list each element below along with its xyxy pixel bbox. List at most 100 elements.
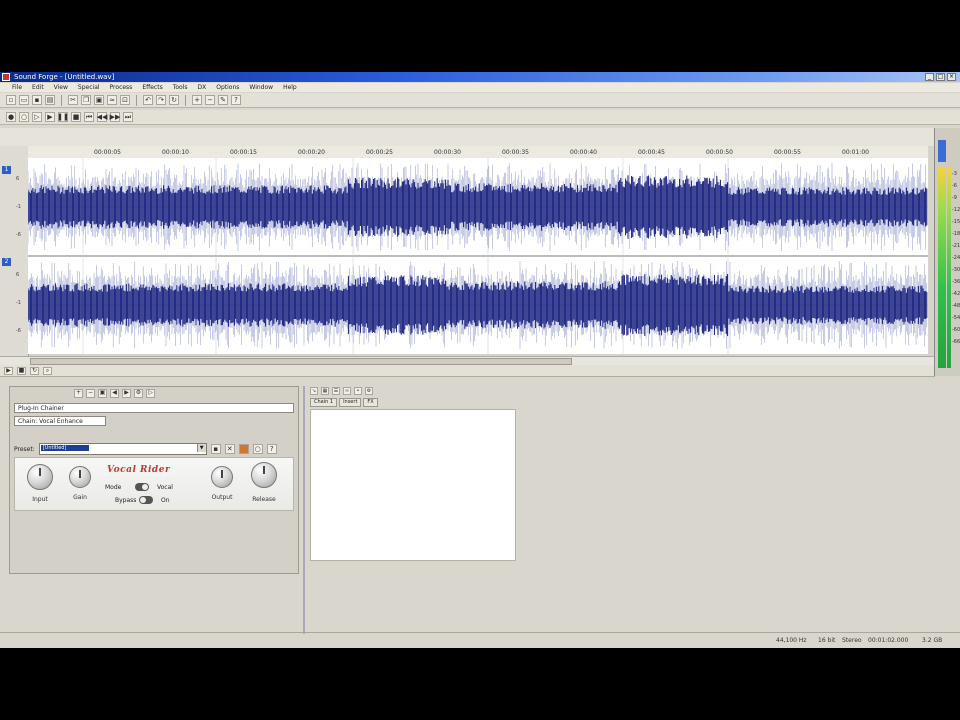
- undo-icon[interactable]: ↶: [143, 95, 153, 105]
- preset-dropdown[interactable]: [Untitled] ▼: [38, 443, 207, 455]
- print-icon[interactable]: ▤: [45, 95, 55, 105]
- menu-options[interactable]: Options: [216, 83, 239, 92]
- meter-tick: -12: [952, 207, 960, 213]
- ab-compare-icon[interactable]: ○: [252, 444, 263, 454]
- lower-panel-area: + − ▣ ◀ ▶ ⚙ ▷ Plug-In Chainer Chain: Voc…: [0, 378, 960, 648]
- ruler-tick: 00:00:50: [706, 149, 733, 156]
- meter-tick: -6: [952, 183, 957, 189]
- bypass-switch[interactable]: [139, 496, 153, 504]
- link-icon[interactable]: ∞: [343, 387, 351, 395]
- tab-chain-1[interactable]: Chain 1: [310, 398, 338, 407]
- meter-buttons[interactable]: [938, 140, 946, 162]
- process-icon[interactable]: ⚙: [134, 388, 143, 398]
- dot-icon[interactable]: •: [354, 387, 362, 395]
- menu-special[interactable]: Special: [78, 83, 100, 92]
- bypass-icon[interactable]: ▣: [98, 388, 107, 398]
- gain-knob-label: Gain: [73, 494, 87, 501]
- open-file-icon[interactable]: ▭: [19, 95, 29, 105]
- add-plugin-icon[interactable]: +: [74, 388, 83, 398]
- play-all-icon[interactable]: ▷: [32, 112, 42, 122]
- record-icon[interactable]: ●: [6, 112, 16, 122]
- help-icon[interactable]: ?: [266, 444, 277, 454]
- menu-bar: File Edit View Special Process Effects T…: [0, 83, 960, 92]
- tab-fx[interactable]: FX: [363, 398, 378, 407]
- preview-icon[interactable]: ▷: [146, 388, 155, 398]
- menu-dx[interactable]: DX: [198, 83, 207, 92]
- horizontal-scrollbar[interactable]: [0, 356, 935, 365]
- panel-splitter[interactable]: [303, 386, 305, 640]
- move-left-icon[interactable]: ◀: [110, 388, 119, 398]
- rewind-icon[interactable]: ◀◀: [97, 112, 107, 122]
- output-knob[interactable]: [211, 466, 233, 488]
- channel-2-scale-top: 6: [16, 272, 20, 278]
- menu-view[interactable]: View: [54, 83, 68, 92]
- gain-knob[interactable]: [69, 466, 91, 488]
- list-icon[interactable]: ☰: [332, 387, 340, 395]
- maximize-button[interactable]: □: [936, 73, 945, 81]
- zoom-in-icon[interactable]: +: [192, 95, 202, 105]
- tab-insert[interactable]: Insert: [339, 398, 362, 407]
- remove-plugin-icon[interactable]: −: [86, 388, 95, 398]
- release-knob[interactable]: [251, 462, 277, 488]
- play-icon[interactable]: ▶: [45, 112, 55, 122]
- forward-icon[interactable]: ▶▶: [110, 112, 120, 122]
- playback-bar: ▶ ■ ↻ ⌕: [0, 365, 935, 377]
- waveform-display[interactable]: [28, 158, 928, 354]
- menu-window[interactable]: Window: [249, 83, 273, 92]
- small-play-icon[interactable]: ▶: [4, 366, 13, 375]
- repeat-icon[interactable]: ↻: [169, 95, 179, 105]
- chevron-down-icon[interactable]: ▼: [196, 444, 206, 452]
- pencil-icon[interactable]: ✎: [218, 95, 228, 105]
- help-icon[interactable]: ?: [231, 95, 241, 105]
- move-right-icon[interactable]: ▶: [122, 388, 131, 398]
- scrollbar-thumb[interactable]: [30, 358, 572, 365]
- chain-tab[interactable]: Chain: Vocal Enhance: [14, 416, 106, 426]
- grid-icon[interactable]: ▦: [321, 387, 329, 395]
- copy-icon[interactable]: ❐: [81, 95, 91, 105]
- save-preset-icon[interactable]: ▪: [210, 444, 221, 454]
- input-knob[interactable]: [27, 464, 53, 490]
- pause-icon[interactable]: ❚❚: [57, 112, 69, 122]
- zoom-out-icon[interactable]: −: [205, 95, 215, 105]
- small-stop-icon[interactable]: ■: [17, 366, 26, 375]
- ruler-tick: 00:00:45: [638, 149, 665, 156]
- menu-tools[interactable]: Tools: [173, 83, 188, 92]
- trim-icon[interactable]: ⊡: [120, 95, 130, 105]
- delete-preset-icon[interactable]: ✕: [224, 444, 235, 454]
- meter-tick: -18: [952, 231, 960, 237]
- cut-icon[interactable]: ✂: [68, 95, 78, 105]
- save-icon[interactable]: ▪: [32, 95, 42, 105]
- settings-icon[interactable]: ⚙: [365, 387, 373, 395]
- meter-tick: -48: [952, 303, 960, 309]
- mix-icon[interactable]: ≈: [107, 95, 117, 105]
- loop-icon[interactable]: ○: [19, 112, 29, 122]
- color-icon[interactable]: [238, 444, 249, 454]
- minimize-button[interactable]: _: [925, 73, 934, 81]
- new-file-icon[interactable]: ▫: [6, 95, 16, 105]
- channel-1-label[interactable]: 1: [2, 166, 11, 174]
- channel-2-label[interactable]: 2: [2, 258, 11, 266]
- paste-icon[interactable]: ▣: [94, 95, 104, 105]
- chain-canvas[interactable]: [310, 409, 516, 561]
- mode-switch[interactable]: [135, 483, 149, 491]
- close-button[interactable]: ×: [947, 73, 956, 81]
- menu-effects[interactable]: Effects: [142, 83, 162, 92]
- window-title: Sound Forge - [Untitled.wav]: [14, 73, 115, 81]
- menu-help[interactable]: Help: [283, 83, 297, 92]
- meter-tick: -30: [952, 267, 960, 273]
- redo-icon[interactable]: ↷: [156, 95, 166, 105]
- menu-edit[interactable]: Edit: [32, 83, 44, 92]
- small-loop-icon[interactable]: ↻: [30, 366, 39, 375]
- arrow-icon[interactable]: ↘: [310, 387, 318, 395]
- small-zoom-icon[interactable]: ⌕: [43, 366, 52, 375]
- meter-tick: -60: [952, 327, 960, 333]
- chainer-toolbar: + − ▣ ◀ ▶ ⚙ ▷: [74, 387, 296, 399]
- menu-process[interactable]: Process: [110, 83, 133, 92]
- meter-bar-left: [938, 168, 946, 368]
- stop-icon[interactable]: ■: [71, 112, 81, 122]
- vocal-label: Vocal: [157, 484, 173, 491]
- menu-file[interactable]: File: [12, 83, 22, 92]
- go-start-icon[interactable]: ⏮: [84, 112, 94, 122]
- meter-tick: -54: [952, 315, 960, 321]
- go-end-icon[interactable]: ⏭: [123, 112, 133, 122]
